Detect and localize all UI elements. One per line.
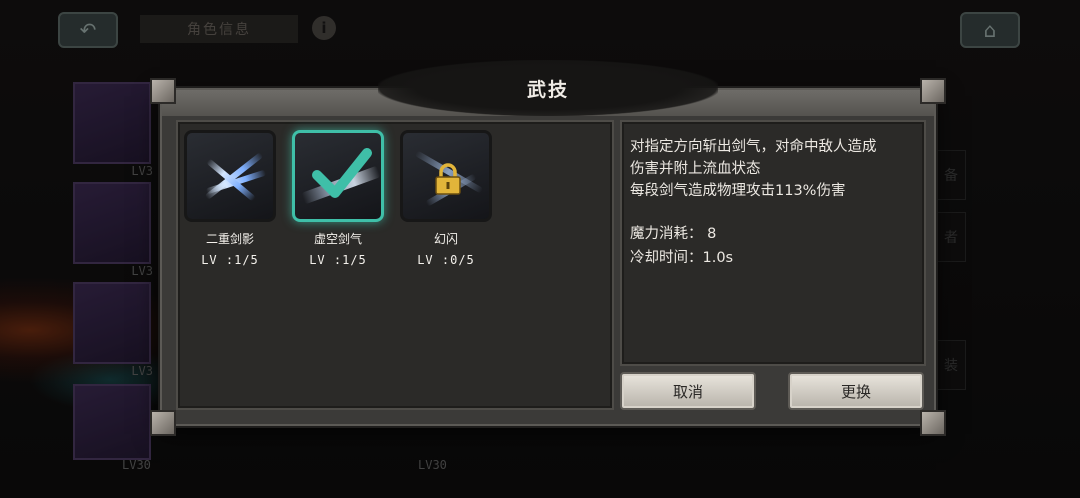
description-line: 每段剑气造成物理攻击113%伤害 [630, 183, 846, 199]
cross-slash-icon [184, 130, 276, 222]
skill-name: 二重剑影 [205, 232, 254, 246]
skill-name: 幻闪 [433, 232, 458, 246]
check-icon [312, 148, 372, 198]
flash-slash-icon [400, 130, 492, 222]
dialog-title-banner: 武技 [378, 60, 718, 116]
skill-level: LV :0/5 [417, 253, 475, 267]
replace-button[interactable]: 更换 [788, 372, 924, 410]
mana-cost: 魔力消耗： 8 [630, 226, 717, 242]
skill-description-panel: 对指定方向斩出剑气，对命中敌人造成 伤害并附上流血状态 每段剑气造成物理攻击11… [620, 120, 926, 366]
skill-level: LV :1/5 [309, 253, 367, 267]
corner-rivet [150, 410, 176, 436]
description-line: 伤害并附上流血状态 [630, 161, 761, 177]
cooldown: 冷却时间：1.0s [630, 250, 734, 266]
skill-level: LV :1/5 [201, 253, 259, 267]
corner-rivet [920, 78, 946, 104]
void-sword-icon [292, 130, 384, 222]
description-line: 对指定方向斩出剑气，对命中敌人造成 [630, 139, 877, 155]
skill-name: 虚空剑气 [313, 232, 362, 246]
skill-card-erzhong[interactable]: 二重剑影 LV :1/5 [184, 130, 276, 267]
skill-list-panel: 二重剑影 LV :1/5 虚空剑气 LV :1/5 幻闪 LV:0/5 [176, 120, 614, 410]
dialog-title: 武技 [526, 78, 569, 101]
corner-rivet [150, 78, 176, 104]
skill-card-huanshan[interactable]: 幻闪 LV :0/5 [400, 130, 492, 267]
skill-card-xukong[interactable]: 虚空剑气 LV :1/5 [292, 130, 384, 267]
lock-icon [435, 163, 461, 195]
cancel-button[interactable]: 取消 [620, 372, 756, 410]
corner-rivet [920, 410, 946, 436]
skill-dialog: 武技 二重剑影 LV :1/5 虚空剑气 LV :1/5 幻闪 LV:0/5 … [150, 60, 946, 436]
